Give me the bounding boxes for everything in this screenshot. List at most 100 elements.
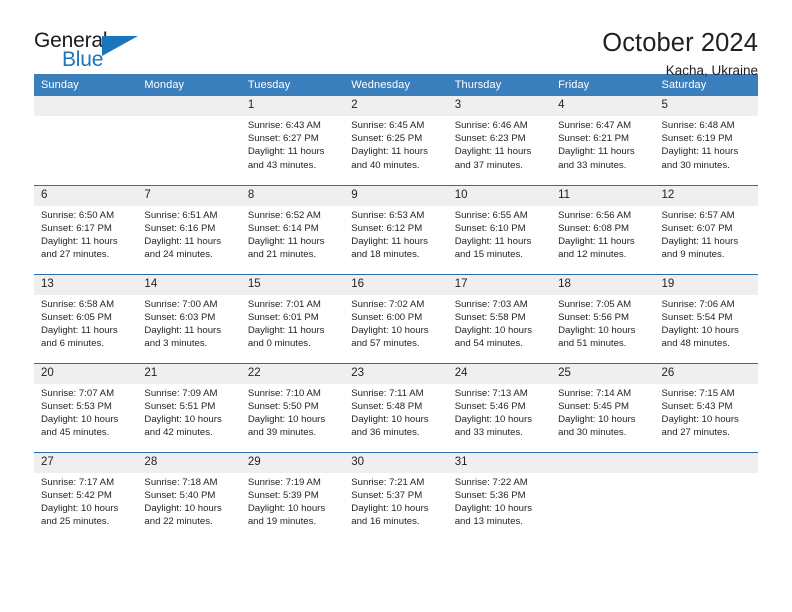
day-detail-line: and 0 minutes. [247, 338, 311, 350]
calendar-day-cell[interactable]: 26 Sunrise: 7:15 AM Sunset: 5:43 PM Dayligh… [654, 362, 758, 452]
calendar-day-cell[interactable]: 14 Sunrise: 7:00 AM Sunset: 6:03 PM Dayligh… [137, 273, 241, 363]
day-detail-line: Daylight: 10 hours [454, 413, 533, 425]
calendar-day-cell[interactable]: 11 Sunrise: 6:56 AM Sunset: 6:08 PM Dayligh… [551, 184, 655, 274]
day-detail-line: Daylight: 11 hours [247, 235, 325, 247]
day-detail-line: Sunrise: 7:17 AM [41, 476, 115, 488]
day-sun-details: Sunrise: 7:15 AM Sunset: 5:43 PM Daylight:… [655, 384, 758, 440]
day-detail-line: Daylight: 11 hours [558, 146, 635, 158]
day-detail-line: Sunrise: 7:06 AM [661, 298, 735, 310]
day-detail-line: Daylight: 11 hours [351, 235, 428, 247]
day-detail-line: and 42 minutes. [144, 427, 213, 439]
day-detail-line: Sunrise: 7:14 AM [558, 387, 632, 399]
calendar-page: General Blue October 2024 Kacha, Ukraine… [0, 0, 792, 612]
day-detail-line: and 18 minutes. [351, 249, 420, 261]
day-detail-line: Sunset: 6:07 PM [661, 222, 733, 234]
day-number: 18 [551, 274, 655, 295]
triangle-icon [102, 36, 138, 56]
day-detail-line: Sunrise: 6:56 AM [558, 209, 632, 221]
day-detail-line: Sunset: 6:19 PM [661, 133, 733, 145]
day-sun-details: Sunrise: 7:21 AM Sunset: 5:37 PM Daylight:… [344, 473, 447, 529]
calendar-day-cell[interactable]: 24 Sunrise: 7:13 AM Sunset: 5:46 PM Dayligh… [447, 362, 552, 452]
calendar-day-cell[interactable]: 17 Sunrise: 7:03 AM Sunset: 5:58 PM Dayligh… [447, 273, 552, 363]
day-number: 10 [447, 185, 552, 206]
title-block: October 2024 Kacha, Ukraine [602, 28, 758, 81]
day-detail-line: Sunset: 6:03 PM [144, 311, 216, 323]
day-detail-line: and 27 minutes. [41, 249, 110, 261]
day-number [137, 96, 241, 116]
calendar-day-cell[interactable]: 12 Sunrise: 6:57 AM Sunset: 6:07 PM Dayligh… [654, 184, 758, 274]
calendar-day-cell[interactable]: 3 Sunrise: 6:46 AM Sunset: 6:23 PM Daylight… [447, 96, 552, 185]
calendar-day-cell[interactable]: 16 Sunrise: 7:02 AM Sunset: 6:00 PM Dayligh… [344, 273, 448, 363]
calendar-day-cell[interactable]: 19 Sunrise: 7:06 AM Sunset: 5:54 PM Dayligh… [654, 273, 758, 363]
calendar-day-cell[interactable]: 13 Sunrise: 6:58 AM Sunset: 6:05 PM Dayligh… [34, 273, 138, 363]
day-number: 13 [34, 274, 138, 295]
day-detail-line: Sunset: 6:08 PM [558, 222, 630, 234]
calendar-day-cell[interactable]: 1 Sunrise: 6:43 AM Sunset: 6:27 PM Daylight… [240, 96, 345, 185]
calendar-day-cell[interactable]: 8 Sunrise: 6:52 AM Sunset: 6:14 PM Daylight… [240, 184, 345, 274]
day-number [551, 452, 655, 473]
calendar-day-cell[interactable]: 7 Sunrise: 6:51 AM Sunset: 6:16 PM Daylight… [137, 184, 241, 274]
day-detail-line: and 6 minutes. [41, 338, 104, 350]
day-detail-line: and 30 minutes. [661, 159, 730, 171]
day-detail-line: Daylight: 10 hours [144, 413, 222, 425]
day-sun-details: Sunrise: 6:51 AM Sunset: 6:16 PM Daylight:… [137, 206, 240, 262]
day-detail-line: Daylight: 10 hours [247, 502, 326, 514]
calendar-week-row: 13 Sunrise: 6:58 AM Sunset: 6:05 PM Dayligh… [34, 273, 758, 363]
calendar-day-cell[interactable]: 4 Sunrise: 6:47 AM Sunset: 6:21 PM Daylight… [551, 96, 655, 185]
day-number: 17 [447, 274, 552, 295]
day-detail-line: Daylight: 10 hours [351, 413, 429, 425]
day-detail-line: Daylight: 10 hours [558, 324, 636, 336]
calendar-day-cell[interactable]: 15 Sunrise: 7:01 AM Sunset: 6:01 PM Dayligh… [240, 273, 345, 363]
day-detail-line: Sunrise: 7:22 AM [454, 476, 528, 488]
general-blue-logo[interactable]: General Blue [34, 28, 146, 74]
calendar-day-cell[interactable]: 9 Sunrise: 6:53 AM Sunset: 6:12 PM Daylight… [344, 184, 448, 274]
day-number: 30 [344, 452, 448, 473]
logo-text-blue: Blue [62, 48, 104, 71]
day-number [34, 96, 138, 116]
day-detail-line: and 25 minutes. [41, 516, 110, 528]
day-number: 31 [447, 452, 552, 473]
day-detail-line: and 37 minutes. [454, 159, 523, 171]
calendar-week-row: 6 Sunrise: 6:50 AM Sunset: 6:17 PM Daylight… [34, 184, 758, 274]
calendar-week-row: 1 Sunrise: 6:43 AM Sunset: 6:27 PM Daylight… [34, 96, 758, 185]
calendar-day-cell[interactable]: 30 Sunrise: 7:21 AM Sunset: 5:37 PM Dayligh… [344, 451, 448, 541]
day-detail-line: Daylight: 11 hours [454, 235, 532, 247]
calendar-day-cell[interactable]: 22 Sunrise: 7:10 AM Sunset: 5:50 PM Dayligh… [240, 362, 345, 452]
calendar-day-cell[interactable]: 23 Sunrise: 7:11 AM Sunset: 5:48 PM Dayligh… [344, 362, 448, 452]
calendar-day-cell[interactable]: 27 Sunrise: 7:17 AM Sunset: 5:42 PM Dayligh… [34, 451, 138, 541]
calendar-day-cell[interactable]: 21 Sunrise: 7:09 AM Sunset: 5:51 PM Dayligh… [137, 362, 241, 452]
day-detail-line: Sunrise: 6:52 AM [247, 209, 321, 221]
day-detail-line: Sunset: 5:43 PM [661, 400, 733, 412]
calendar-day-cell[interactable]: 28 Sunrise: 7:18 AM Sunset: 5:40 PM Dayligh… [137, 451, 241, 541]
day-detail-line: and 12 minutes. [558, 249, 627, 261]
day-detail-line: Sunrise: 7:19 AM [247, 476, 321, 488]
day-detail-line: Sunrise: 6:55 AM [454, 209, 528, 221]
day-detail-line: Sunset: 6:25 PM [351, 133, 423, 145]
calendar-day-cell[interactable]: 2 Sunrise: 6:45 AM Sunset: 6:25 PM Daylight… [344, 96, 448, 185]
sun-times-calendar: Sunday Monday Tuesday Wednesday Thursday… [34, 74, 758, 541]
calendar-day-cell[interactable]: 10 Sunrise: 6:55 AM Sunset: 6:10 PM Dayligh… [447, 184, 552, 274]
day-detail-line: Sunrise: 6:43 AM [247, 120, 321, 131]
day-sun-details: Sunrise: 7:02 AM Sunset: 6:00 PM Daylight:… [344, 295, 447, 351]
day-sun-details: Sunrise: 7:19 AM Sunset: 5:39 PM Daylight:… [241, 473, 344, 529]
day-sun-details: Sunrise: 7:03 AM Sunset: 5:58 PM Daylight:… [448, 295, 551, 351]
day-detail-line: and 36 minutes. [351, 427, 420, 439]
day-detail-line: Sunrise: 6:50 AM [41, 209, 115, 221]
calendar-day-cell[interactable]: 31 Sunrise: 7:22 AM Sunset: 5:36 PM Dayligh… [447, 451, 552, 541]
calendar-day-cell[interactable]: 25 Sunrise: 7:14 AM Sunset: 5:45 PM Dayligh… [551, 362, 655, 452]
calendar-day-cell[interactable]: 20 Sunrise: 7:07 AM Sunset: 5:53 PM Dayligh… [34, 362, 138, 452]
day-sun-details: Sunrise: 7:09 AM Sunset: 5:51 PM Daylight:… [137, 384, 240, 440]
day-number: 23 [344, 363, 448, 384]
day-number: 4 [551, 96, 655, 116]
day-detail-line: Sunrise: 6:51 AM [144, 209, 218, 221]
page-header: General Blue October 2024 Kacha, Ukraine [34, 0, 758, 78]
calendar-day-cell[interactable]: 6 Sunrise: 6:50 AM Sunset: 6:17 PM Daylight… [34, 184, 138, 274]
day-detail-line: Daylight: 11 hours [41, 324, 118, 336]
day-detail-line: Daylight: 10 hours [41, 413, 119, 425]
day-sun-details: Sunrise: 7:06 AM Sunset: 5:54 PM Daylight:… [655, 295, 758, 351]
calendar-day-cell[interactable]: 18 Sunrise: 7:05 AM Sunset: 5:56 PM Dayligh… [551, 273, 655, 363]
day-number: 26 [654, 363, 758, 384]
weekday-header-tuesday: Tuesday [240, 74, 345, 96]
calendar-day-cell[interactable]: 29 Sunrise: 7:19 AM Sunset: 5:39 PM Dayligh… [240, 451, 345, 541]
calendar-day-cell[interactable]: 5 Sunrise: 6:48 AM Sunset: 6:19 PM Daylight… [654, 96, 758, 185]
